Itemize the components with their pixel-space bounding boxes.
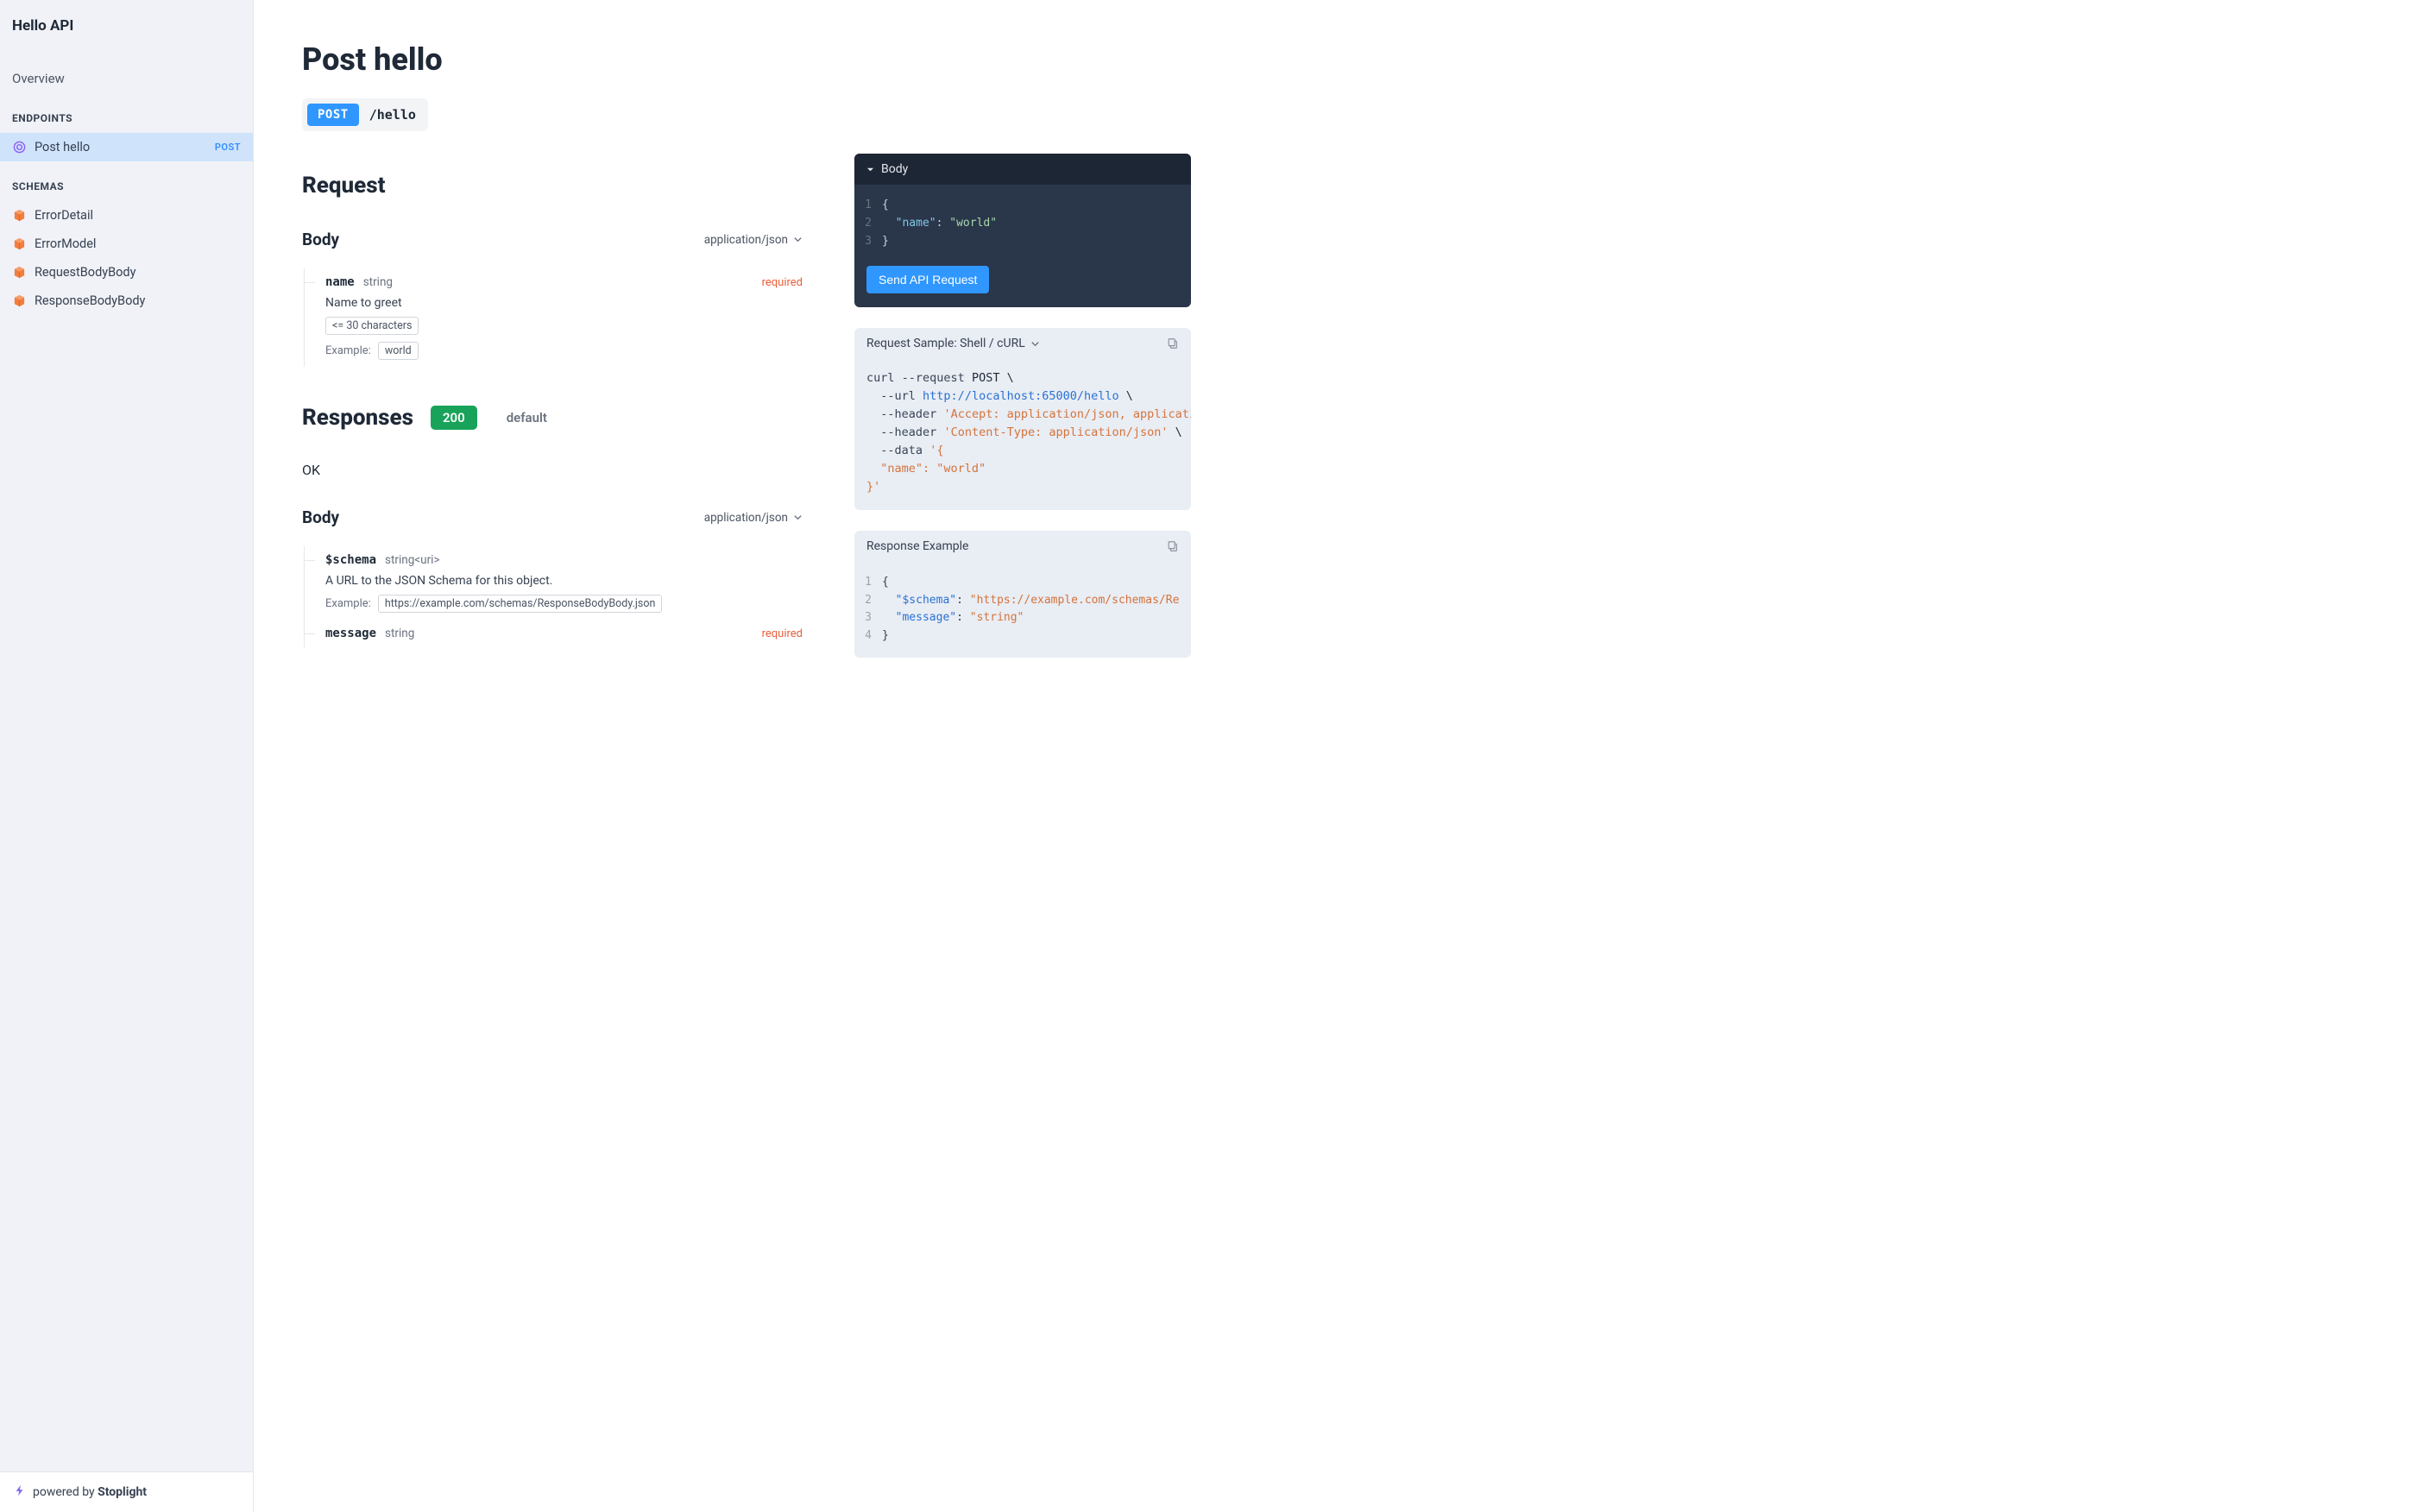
cube-icon — [12, 266, 26, 280]
field-message: message string required — [304, 620, 803, 647]
api-title: Hello API — [0, 0, 253, 45]
field-example: world — [378, 342, 419, 360]
request-heading: Request — [302, 173, 803, 198]
cube-icon — [12, 294, 26, 308]
method-chip: POST — [307, 104, 359, 126]
field-constraint: <= 30 characters — [325, 317, 419, 335]
nav-section-endpoints: ENDPOINTS — [0, 93, 253, 133]
copy-icon[interactable] — [1167, 337, 1179, 350]
nav-overview[interactable]: Overview — [0, 64, 253, 93]
response-tab-200[interactable]: 200 — [431, 406, 477, 430]
nav-item-label: RequestBodyBody — [35, 265, 135, 280]
bolt-icon — [14, 1484, 26, 1500]
field-name-label: message — [325, 627, 376, 640]
request-sample-select[interactable]: Request Sample: Shell / cURL — [866, 337, 1040, 350]
target-icon — [12, 141, 26, 154]
request-sample-panel: Request Sample: Shell / cURL curl --requ… — [854, 328, 1191, 509]
method-badge: POST — [215, 142, 241, 153]
request-content-type-select[interactable]: application/json — [704, 233, 803, 247]
field-example: https://example.com/schemas/ResponseBody… — [378, 595, 663, 613]
chevron-down-icon — [793, 235, 803, 244]
copy-icon[interactable] — [1167, 540, 1179, 552]
field-description: A URL to the JSON Schema for this object… — [325, 574, 803, 588]
field-example-label: Example: — [325, 344, 371, 357]
nav-item-label: Post hello — [35, 140, 90, 154]
field-schema: $schema string<uri> A URL to the JSON Sc… — [304, 546, 803, 620]
send-api-request-button[interactable]: Send API Request — [866, 266, 989, 293]
chevron-down-icon — [1030, 339, 1040, 349]
nav-item-label: ErrorModel — [35, 236, 96, 251]
nav-schema-responsebodybody[interactable]: ResponseBodyBody — [0, 287, 253, 315]
nav-item-label: ResponseBodyBody — [35, 293, 145, 308]
tryit-body-header[interactable]: Body — [854, 154, 1191, 185]
field-example-label: Example: — [325, 597, 371, 610]
field-name-label: $schema — [325, 553, 376, 567]
page-title: Post hello — [302, 41, 803, 78]
sidebar-footer[interactable]: powered by Stoplight — [0, 1471, 253, 1512]
main-content: Post hello POST /hello Request Body appl… — [254, 0, 2413, 1512]
path-text: /hello — [369, 107, 416, 123]
field-name: name string required Name to greet <= 30… — [304, 268, 803, 367]
tryit-body-panel: Body 1{ 2 "name": "world" 3} Send API Re… — [854, 154, 1191, 307]
nav-section-schemas: SCHEMAS — [0, 161, 253, 201]
nav-endpoint-post-hello[interactable]: Post hello POST — [0, 133, 253, 161]
response-example-label: Response Example — [866, 539, 968, 553]
footer-text: powered by Stoplight — [33, 1485, 147, 1499]
request-body-label: Body — [302, 230, 339, 249]
field-type: string — [363, 275, 393, 289]
cube-icon — [12, 209, 26, 223]
nav-item-label: ErrorDetail — [35, 208, 93, 223]
responses-heading: Responses — [302, 405, 413, 431]
nav-schema-errordetail[interactable]: ErrorDetail — [0, 201, 253, 230]
field-type: string — [385, 627, 414, 640]
nav-schema-errormodel[interactable]: ErrorModel — [0, 230, 253, 258]
tryit-body-code[interactable]: 1{ 2 "name": "world" 3} — [854, 185, 1191, 262]
caret-down-icon — [866, 166, 874, 173]
sidebar-nav: Overview ENDPOINTS Post hello POST SCHEM… — [0, 45, 253, 1471]
field-required: required — [762, 627, 803, 640]
cube-icon — [12, 237, 26, 251]
response-status-text: OK — [302, 462, 803, 478]
request-sample-code[interactable]: curl --request POST \ --url http://local… — [854, 359, 1191, 509]
method-path: POST /hello — [302, 98, 428, 131]
response-body-label: Body — [302, 507, 339, 527]
field-required: required — [762, 276, 803, 289]
response-tab-default[interactable]: default — [495, 406, 559, 430]
field-type: string<uri> — [385, 553, 440, 567]
sidebar: Hello API Overview ENDPOINTS Post hello … — [0, 0, 254, 1512]
chevron-down-icon — [793, 513, 803, 522]
response-example-panel: Response Example 1{ 2 "$schema": "https:… — [854, 531, 1191, 658]
nav-schema-requestbodybody[interactable]: RequestBodyBody — [0, 258, 253, 287]
response-content-type-select[interactable]: application/json — [704, 511, 803, 525]
field-name-label: name — [325, 275, 355, 289]
field-description: Name to greet — [325, 296, 803, 310]
response-example-code[interactable]: 1{ 2 "$schema": "https://example.com/sch… — [854, 562, 1191, 658]
